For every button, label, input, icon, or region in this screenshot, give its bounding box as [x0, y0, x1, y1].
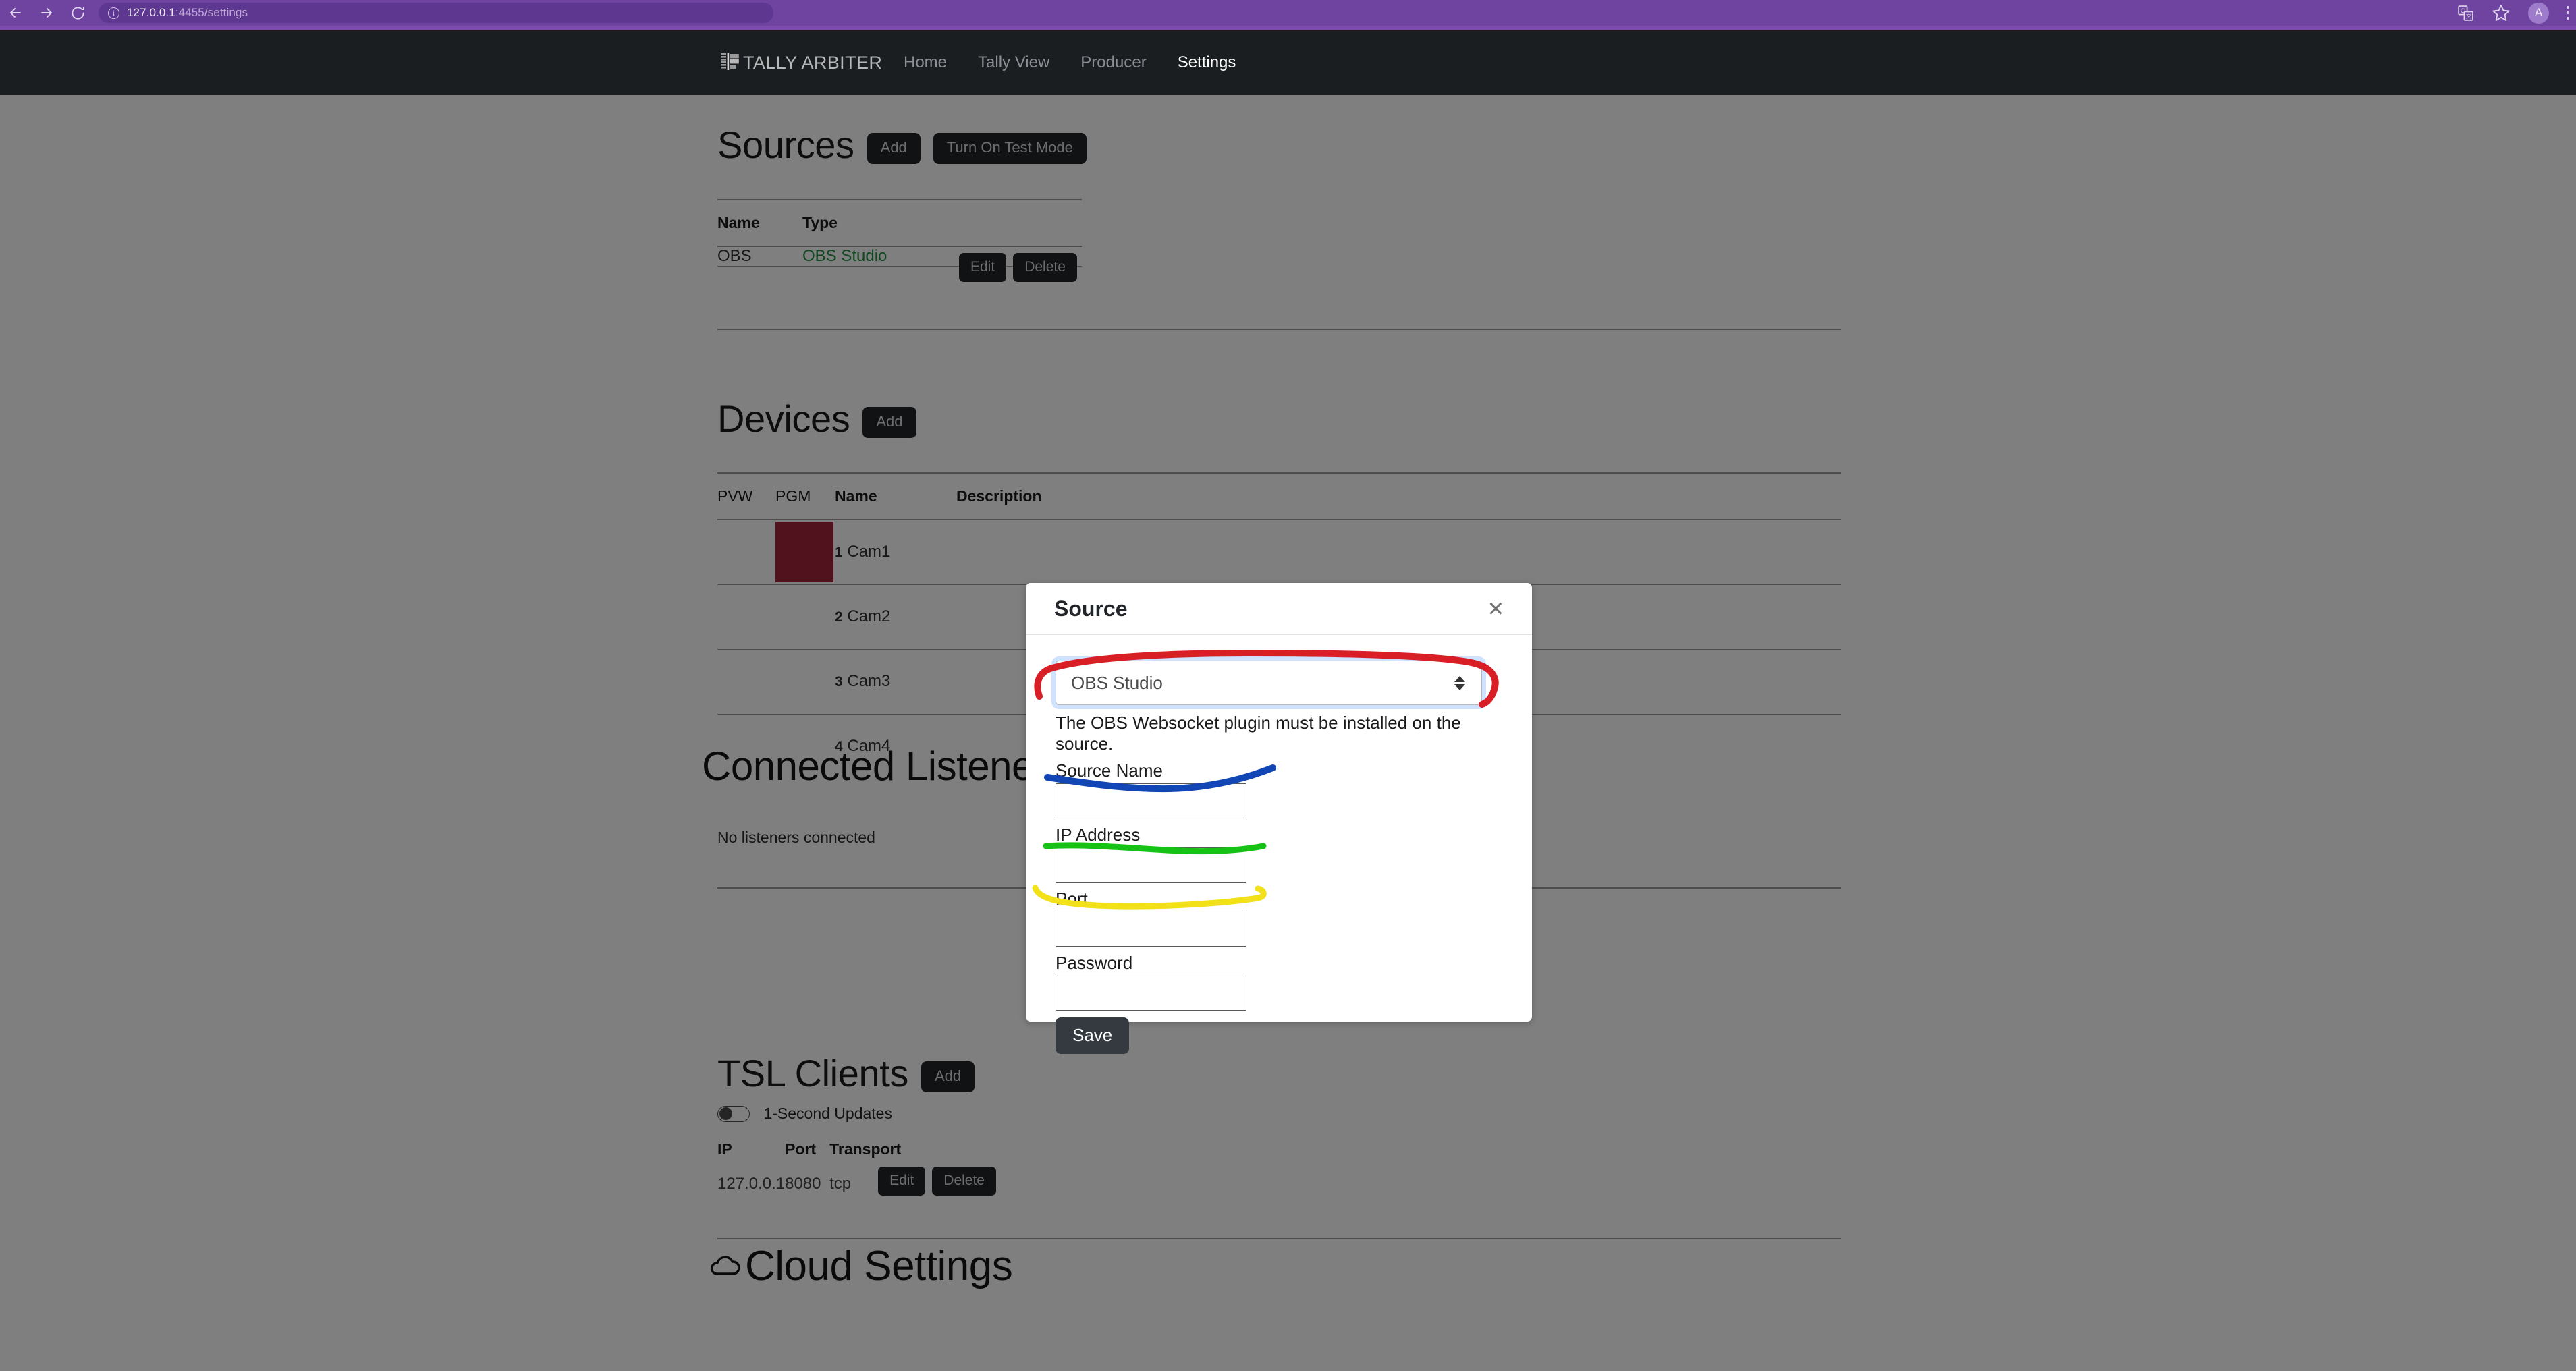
- avatar[interactable]: A: [2528, 2, 2549, 24]
- app-nav-links: Home Tally View Producer Settings: [888, 53, 1251, 72]
- svg-text:文: 文: [2466, 12, 2472, 20]
- address-bar[interactable]: i 127.0.0.1:4455/settings: [99, 3, 773, 23]
- translate-icon[interactable]: G 文: [2457, 5, 2474, 22]
- forward-arrow-icon[interactable]: [31, 0, 62, 26]
- kebab-menu-icon[interactable]: [2567, 6, 2569, 20]
- avatar-initial: A: [2534, 6, 2543, 19]
- source-name-input[interactable]: [1056, 783, 1246, 818]
- url-text: 127.0.0.1:4455/settings: [127, 6, 248, 19]
- source-modal: Source × OBS Studio The OBS Websocket pl…: [1026, 583, 1532, 1054]
- nav-item-tally-view[interactable]: Tally View: [962, 53, 1065, 72]
- page-body: Sources Add Turn On Test Mode Name Type …: [0, 95, 2576, 1371]
- source-type-select[interactable]: OBS Studio: [1051, 656, 1486, 709]
- browser-actions: G 文 A: [2457, 0, 2569, 26]
- modal-title: Source: [1054, 596, 1128, 621]
- brand[interactable]: TALLY ARBITER: [721, 52, 882, 74]
- password-input[interactable]: [1056, 976, 1246, 1011]
- nav-item-settings[interactable]: Settings: [1162, 53, 1252, 72]
- source-type-selected-value: OBS Studio: [1071, 672, 1163, 693]
- back-arrow-icon[interactable]: [0, 0, 31, 26]
- save-button[interactable]: Save: [1056, 1017, 1130, 1054]
- browser-toolbar: i 127.0.0.1:4455/settings G 文 A: [0, 0, 2576, 26]
- modal-body: OBS Studio The OBS Websocket plugin must…: [1026, 635, 1532, 1054]
- source-type-help-text: The OBS Websocket plugin must be install…: [1056, 712, 1461, 754]
- app-navbar: TALLY ARBITER Home Tally View Producer S…: [0, 30, 2576, 95]
- ip-address-label: IP Address: [1056, 824, 1141, 845]
- nav-item-home[interactable]: Home: [888, 53, 962, 72]
- star-icon[interactable]: [2492, 3, 2511, 22]
- ip-address-input[interactable]: [1056, 847, 1246, 883]
- browser-chrome: i 127.0.0.1:4455/settings G 文 A: [0, 0, 2576, 30]
- tally-bars-icon: [721, 52, 741, 74]
- password-label: Password: [1056, 953, 1133, 973]
- nav-item-producer[interactable]: Producer: [1065, 53, 1161, 72]
- close-icon[interactable]: ×: [1488, 595, 1504, 622]
- port-label: Port: [1056, 889, 1088, 909]
- modal-header: Source ×: [1026, 583, 1532, 635]
- port-input[interactable]: [1056, 912, 1246, 947]
- chevron-updown-icon: [1454, 675, 1465, 690]
- reload-icon[interactable]: [62, 0, 93, 26]
- brand-text: TALLY ARBITER: [743, 52, 883, 73]
- site-info-icon[interactable]: i: [108, 7, 119, 19]
- source-name-label: Source Name: [1056, 760, 1163, 781]
